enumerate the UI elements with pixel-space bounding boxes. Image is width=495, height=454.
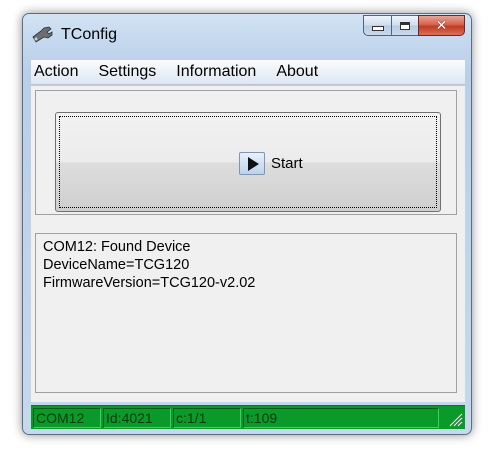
status-bar: COM12 Id:4021 c:1/1 t:109 [31, 405, 465, 429]
minimize-icon [371, 26, 384, 31]
log-panel: COM12: Found Device DeviceName=TCG120 Fi… [35, 233, 457, 393]
client-area: Start COM12: Found Device DeviceName=TCG… [31, 86, 465, 402]
close-button[interactable]: ✕ [418, 15, 465, 36]
tconfig-window: TConfig ✕ Action Settings Information Ab… [22, 13, 472, 435]
start-button-label: Start [271, 155, 303, 172]
log-line: FirmwareVersion=TCG120-v2.02 [43, 275, 256, 291]
status-count: c:1/1 [173, 408, 241, 428]
status-id: Id:4021 [103, 408, 171, 428]
menu-information[interactable]: Information [166, 63, 266, 81]
resize-grip-icon[interactable] [447, 411, 463, 427]
status-time: t:109 [243, 408, 439, 428]
play-icon [239, 152, 265, 175]
start-button[interactable]: Start [55, 112, 441, 212]
wrench-icon [32, 26, 53, 43]
menu-settings[interactable]: Settings [88, 63, 166, 81]
start-button-content: Start [239, 152, 303, 175]
maximize-button[interactable] [391, 15, 418, 36]
caption-buttons: ✕ [363, 15, 465, 37]
menu-bar: Action Settings Information About [31, 60, 465, 85]
log-line: COM12: Found Device [43, 239, 191, 255]
title-bar[interactable]: TConfig ✕ [23, 14, 471, 56]
menu-about[interactable]: About [266, 63, 328, 81]
maximize-icon [400, 21, 410, 30]
window-title: TConfig [61, 26, 118, 43]
status-port: COM12 [33, 408, 101, 428]
control-panel: Start [35, 90, 457, 215]
menu-action[interactable]: Action [31, 63, 88, 81]
minimize-button[interactable] [363, 15, 391, 36]
log-line: DeviceName=TCG120 [43, 257, 190, 273]
close-icon: ✕ [435, 17, 448, 34]
